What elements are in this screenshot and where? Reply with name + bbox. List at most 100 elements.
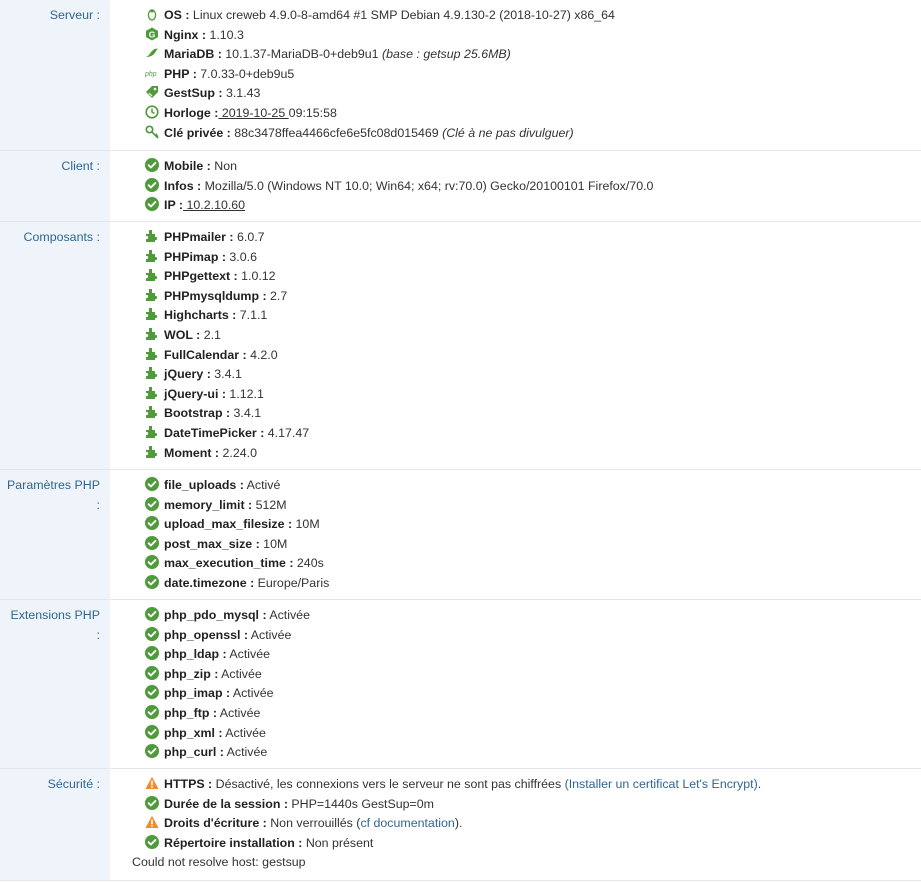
info-row-mobile: Mobile : Non: [145, 157, 237, 177]
info-link[interactable]: (Installer un certificat Let's Encrypt): [565, 777, 758, 791]
section-composants: Composants : PHPmailer : 6.0.7 PHPimap : 3…: [0, 222, 921, 469]
info-key: GestSup :: [164, 86, 223, 101]
info-value: Linux creweb 4.9.0-8-amd64 #1 SMP Debian…: [189, 8, 615, 22]
info-value: 1.12.1: [225, 386, 264, 401]
info-key: upload_max_filesize :: [164, 517, 293, 532]
check-circle-icon: [145, 724, 159, 739]
info-row-https: HTTPS : Désactivé, les connexions vers l…: [145, 775, 761, 795]
info-value: Activée: [230, 686, 274, 701]
section-label-cell: Extensions PHP :: [0, 600, 110, 768]
info-value: Activé: [243, 478, 281, 492]
check-circle-icon: [145, 665, 159, 680]
info-row-post-max-size: post_max_size : 10M: [145, 535, 287, 555]
info-row-php: php PHP : 7.0.33-0+deb9u5: [145, 65, 294, 85]
info-row-bootstrap: Bootstrap : 3.4.1: [145, 404, 261, 424]
info-key: php_ldap :: [164, 647, 227, 662]
svg-text:G: G: [149, 29, 156, 39]
check-circle-icon: [145, 555, 159, 570]
info-row-jquery-ui: jQuery-ui : 1.12.1: [145, 385, 264, 405]
gestsup-icon: [145, 85, 159, 99]
info-row-php-ftp: php_ftp : Activée: [145, 704, 260, 724]
info-key: php_curl :: [164, 745, 224, 760]
check-circle-icon: [145, 496, 159, 511]
info-key: Infos :: [164, 178, 202, 193]
check-circle-icon: [145, 177, 159, 192]
info-value: 6.0.7: [233, 230, 265, 244]
info-row-php-imap: php_imap : Activée: [145, 684, 274, 704]
section-label: Composants :: [23, 230, 100, 244]
puzzle-icon: [145, 425, 159, 439]
info-key: FullCalendar :: [164, 347, 247, 362]
info-value: 10M: [259, 536, 288, 551]
info-key: php_openssl :: [164, 627, 248, 642]
check-circle-icon: [145, 158, 159, 172]
info-row-dur-e-de-la-session: Durée de la session : PHP=1440s GestSup=…: [145, 795, 434, 815]
check-circle-icon: [145, 516, 159, 531]
info-key: Droits d'écriture :: [164, 816, 267, 831]
info-key: Nginx :: [164, 27, 206, 42]
info-value: 1.10.3: [206, 27, 244, 42]
info-value: Activée: [266, 608, 310, 622]
info-value: Activée: [222, 725, 266, 740]
info-value: 10.1.37-MariaDB-0+deb9u1: [221, 47, 382, 62]
info-row-php-xml: php_xml : Activée: [145, 724, 266, 744]
check-circle-icon: [145, 705, 159, 719]
info-key: max_execution_time :: [164, 556, 294, 571]
section-s-curit: Sécurité : HTTPS : Désactivé, les connexi…: [0, 769, 921, 880]
info-key: PHPgettext :: [164, 269, 238, 284]
info-value: 10M: [292, 517, 320, 532]
puzzle-icon: [145, 445, 159, 459]
info-row-php-openssl: php_openssl : Activée: [145, 626, 291, 646]
info-value: 4.17.47: [264, 426, 310, 440]
clock-icon: [145, 105, 159, 119]
info-value: 1.0.12: [237, 269, 276, 284]
warning-icon: [145, 776, 159, 790]
info-row-highcharts: Highcharts : 7.1.1: [145, 306, 267, 326]
check-circle-icon: [145, 795, 159, 810]
info-key: WOL :: [164, 328, 201, 342]
info-row-wol: WOL : 2.1: [145, 326, 221, 346]
info-row-gestsup: GestSup : 3.1.43: [145, 84, 260, 104]
section-label: Extensions PHP :: [10, 608, 100, 642]
footer-message: Could not resolve host: gestsup: [132, 855, 306, 870]
section-param-tres-php: Paramètres PHP : file_uploads : Activé mem…: [0, 470, 921, 599]
info-key: Répertoire installation :: [164, 835, 303, 850]
info-value: Mozilla/5.0 (Windows NT 10.0; Win64; x64…: [201, 178, 654, 193]
php-icon: php: [145, 66, 159, 80]
info-value: 7.0.33-0+deb9u5: [196, 66, 295, 81]
info-row-phpgettext: PHPgettext : 1.0.12: [145, 267, 276, 287]
info-key: post_max_size :: [164, 536, 260, 551]
mariadb-icon: [145, 46, 159, 60]
check-circle-icon: [145, 477, 159, 491]
info-value: 3.1.43: [222, 86, 261, 101]
section-label: Serveur :: [49, 8, 100, 22]
info-row-moment: Moment : 2.24.0: [145, 444, 257, 464]
info-key: PHP :: [164, 66, 197, 81]
info-value: 4.2.0: [246, 347, 278, 362]
section-extensions-php: Extensions PHP : php_pdo_mysql : Activée p…: [0, 600, 921, 768]
info-key: IP :: [164, 198, 184, 213]
info-punctuation: .: [757, 777, 762, 791]
info-value: 3.4.1: [210, 367, 242, 382]
info-value: 3.0.6: [225, 249, 257, 264]
puzzle-icon: [145, 347, 159, 361]
info-value: 240s: [293, 556, 324, 571]
check-circle-icon: [145, 685, 159, 700]
puzzle-icon: [145, 307, 159, 321]
info-row-nginx: G Nginx : 1.10.3: [145, 26, 244, 46]
info-value: 2.1: [200, 328, 221, 342]
info-row-cl-priv-e: Clé privée : 88c3478ffea4466cfe6e5fc08d0…: [145, 124, 574, 144]
info-value-underlined: 10.2.10.60: [183, 198, 246, 213]
info-link[interactable]: cf documentation: [360, 816, 454, 830]
info-value: 7.1.1: [236, 308, 268, 323]
info-row-upload-max-filesize: upload_max_filesize : 10M: [145, 515, 320, 535]
info-punctuation: ).: [454, 816, 463, 831]
puzzle-icon: [145, 327, 159, 341]
info-key: PHPmailer :: [164, 230, 234, 244]
info-key: php_pdo_mysql :: [164, 608, 267, 622]
info-value: 2.7: [266, 288, 288, 303]
info-key: memory_limit :: [164, 497, 253, 512]
section-serveur: Serveur : OS : Linux creweb 4.9.0-8-amd64…: [0, 0, 921, 150]
info-key: PHPmysqldump :: [164, 288, 267, 303]
info-row-r-pertoire-installation: Répertoire installation : Non présent: [145, 834, 373, 854]
